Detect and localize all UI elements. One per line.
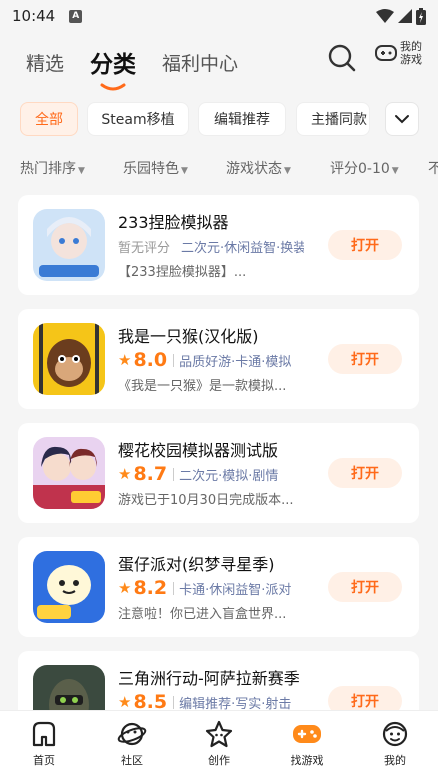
filter-sort[interactable]: 热门排序 ▼ (20, 158, 85, 178)
game-icon (33, 323, 105, 395)
open-button[interactable]: 打开 (328, 458, 402, 488)
game-description: 注意啦！你已进入盲盒世界... (118, 607, 287, 622)
filter-bar: 热门排序 ▼ 乐园特色 ▼ 游戏状态 ▼ 评分0-10 ▼ 不 (0, 156, 438, 182)
nav-home-label: 首页 (33, 754, 55, 767)
game-tags: 二次元·模拟·剧情 (179, 468, 279, 484)
nav-profile-label: 我的 (384, 754, 406, 767)
game-description: 《我是一只猴》是一款模拟... (118, 379, 287, 394)
nav-create[interactable]: 创作 (189, 719, 249, 768)
star-icon: ★ (118, 351, 132, 369)
nav-community[interactable]: 社区 (102, 719, 162, 768)
game-card[interactable]: 樱花校园模拟器测试版 ★ 8.7 二次元·模拟·剧情 游戏已于10月30日完成版… (18, 423, 419, 523)
status-bar: 10:44 A (0, 0, 438, 32)
nav-find-games-label: 找游戏 (290, 754, 324, 767)
divider (173, 581, 175, 595)
open-button[interactable]: 打开 (328, 572, 402, 602)
game-meta: ★ 8.0 品质好游·卡通·模拟 (118, 349, 304, 371)
game-meta: ★ 8.7 二次元·模拟·剧情 (118, 463, 304, 485)
nav-profile[interactable]: 我的 (365, 719, 425, 768)
my-games-label: 我的游戏 (400, 40, 422, 66)
caret-down-icon: ▼ (284, 166, 291, 176)
tab-category[interactable]: 分类 (90, 45, 137, 91)
star-icon: ★ (118, 579, 132, 597)
gamepad-active-icon (293, 725, 321, 743)
game-card[interactable]: 233捏脸模拟器 暂无评分 二次元·休闲益智·换装 【233捏脸模拟器】... … (18, 195, 419, 295)
category-chips: 全部 Steam移植 编辑推荐 主播同款 (0, 102, 438, 138)
game-tags: 卡通·休闲益智·派对 (179, 582, 292, 598)
game-icon (33, 551, 105, 623)
game-icon (33, 437, 105, 509)
chip-steam[interactable]: Steam移植 (87, 102, 189, 136)
search-icon[interactable] (326, 42, 358, 74)
game-title: 233捏脸模拟器 (118, 213, 229, 232)
tab-featured[interactable]: 精选 (26, 49, 64, 76)
divider (173, 353, 175, 367)
filter-status-label: 游戏状态 (226, 161, 282, 177)
caret-down-icon: ▼ (391, 166, 399, 176)
game-tags: 品质好游·卡通·模拟 (179, 354, 292, 370)
filter-feature[interactable]: 乐园特色 ▼ (123, 158, 188, 178)
top-nav: 精选 分类 福利中心 我的游戏 (0, 32, 438, 92)
filter-feature-label: 乐园特色 (123, 161, 179, 177)
game-description: 游戏已于10月30日完成版本... (118, 493, 294, 508)
notification-icon: A (69, 9, 83, 23)
chevron-down-icon (395, 115, 409, 124)
filter-rating[interactable]: 评分0-10 ▼ (330, 158, 399, 178)
chip-editor-picks[interactable]: 编辑推荐 (198, 102, 286, 136)
nav-home[interactable]: 首页 (14, 719, 74, 768)
game-title: 三角洲行动-阿萨拉新赛季 (118, 669, 300, 688)
gamepad-icon (375, 45, 397, 61)
game-rating: 8.7 (133, 463, 168, 485)
battery-icon (416, 7, 426, 25)
nav-create-label: 创作 (208, 754, 230, 767)
chip-all[interactable]: 全部 (20, 102, 78, 136)
nav-community-label: 社区 (121, 754, 143, 767)
my-games-button[interactable]: 我的游戏 (374, 40, 426, 66)
divider (173, 467, 175, 481)
star-create-icon (205, 720, 233, 748)
star-icon: ★ (118, 693, 132, 711)
divider (173, 695, 175, 709)
filter-status[interactable]: 游戏状态 ▼ (226, 158, 291, 178)
chip-streamer[interactable]: 主播同款 (296, 102, 370, 136)
game-rating: 8.0 (133, 349, 168, 371)
expand-chips-button[interactable] (385, 102, 419, 136)
open-button[interactable]: 打开 (328, 230, 402, 260)
filter-rating-label: 评分0-10 (330, 161, 390, 177)
game-title: 我是一只猴(汉化版) (118, 327, 259, 346)
home-icon (32, 721, 56, 747)
caret-down-icon: ▼ (181, 166, 188, 176)
bottom-nav: 首页 社区 创作 找游戏 我的 (0, 710, 438, 780)
signal-icon (398, 9, 412, 23)
star-icon: ★ (118, 465, 132, 483)
status-icons (376, 7, 426, 25)
game-tags: 编辑推荐·写实·射击 (179, 696, 292, 712)
game-title: 樱花校园模拟器测试版 (118, 441, 279, 460)
face-icon (382, 721, 408, 747)
game-meta: ★ 8.2 卡通·休闲益智·派对 (118, 577, 304, 599)
tab-welfare-center[interactable]: 福利中心 (162, 49, 238, 76)
tab-category-label: 分类 (90, 52, 137, 78)
game-tags: 二次元·休闲益智·换装 (181, 240, 304, 256)
caret-down-icon: ▼ (78, 166, 85, 176)
game-icon (33, 209, 105, 281)
game-description: 【233捏脸模拟器】... (118, 265, 247, 280)
filter-more[interactable]: 不 (428, 158, 438, 178)
status-time: 10:44 (12, 7, 56, 25)
nav-find-games[interactable]: 找游戏 (277, 719, 337, 768)
no-rating-label: 暂无评分 (118, 240, 171, 256)
game-card[interactable]: 我是一只猴(汉化版) ★ 8.0 品质好游·卡通·模拟 《我是一只猴》是一款模拟… (18, 309, 419, 409)
game-card[interactable]: 蛋仔派对(织梦寻星季) ★ 8.2 卡通·休闲益智·派对 注意啦！你已进入盲盒世… (18, 537, 419, 637)
open-button[interactable]: 打开 (328, 344, 402, 374)
game-rating: 8.2 (133, 577, 168, 599)
filter-sort-label: 热门排序 (20, 161, 76, 177)
active-tab-indicator (100, 83, 126, 91)
game-meta: 暂无评分 二次元·休闲益智·换装 (118, 235, 304, 257)
wifi-icon (376, 9, 394, 23)
planet-icon (117, 722, 147, 746)
game-title: 蛋仔派对(织梦寻星季) (118, 555, 275, 574)
